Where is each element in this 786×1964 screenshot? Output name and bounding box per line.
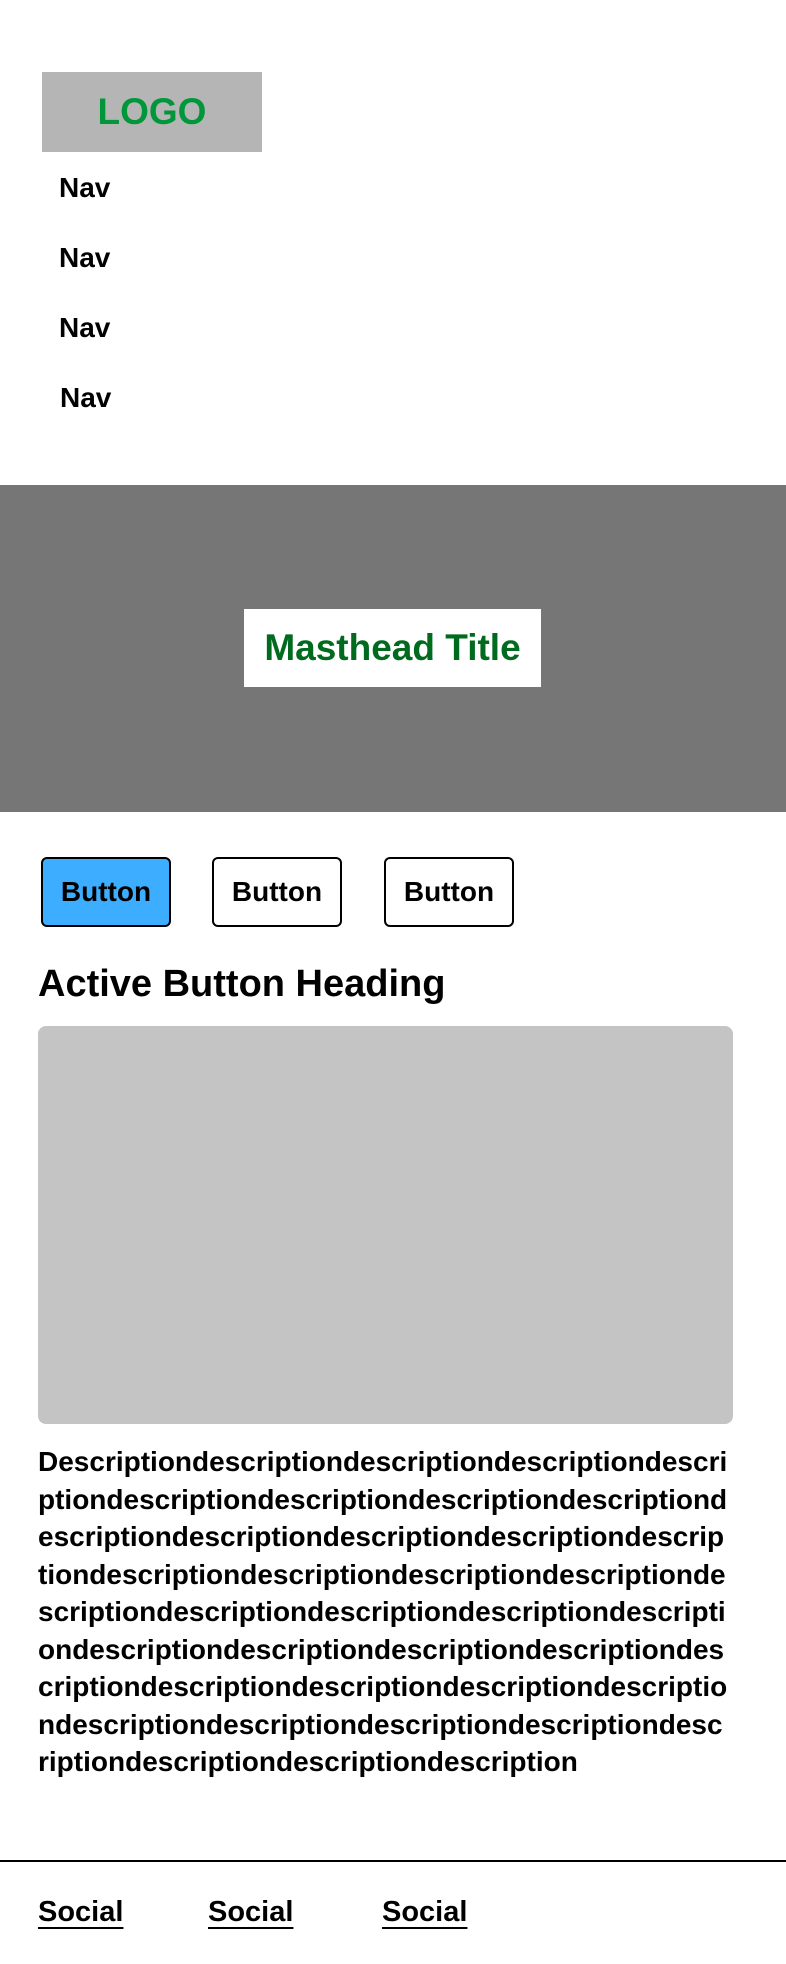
tab-button-2[interactable]: Button (212, 857, 342, 927)
masthead-title: Masthead Title (244, 609, 541, 687)
social-link-1[interactable]: Social (38, 1893, 123, 1931)
social-link-2[interactable]: Social (208, 1893, 293, 1931)
nav-item-4[interactable]: Nav (60, 381, 111, 415)
nav-item-1[interactable]: Nav (59, 171, 110, 205)
nav-item-2[interactable]: Nav (59, 241, 110, 275)
tab-button-3[interactable]: Button (384, 857, 514, 927)
logo-text: LOGO (97, 91, 207, 132)
masthead-title-text: Masthead Title (264, 627, 521, 668)
image-placeholder (38, 1026, 733, 1424)
tab-button-1-active[interactable]: Button (41, 857, 171, 927)
footer-divider (0, 1860, 786, 1862)
content-heading: Active Button Heading (38, 963, 446, 1005)
description: Descriptiondescriptiondescriptiondescrip… (38, 1446, 728, 1777)
logo[interactable]: LOGO (42, 72, 262, 152)
nav-item-3[interactable]: Nav (59, 311, 110, 345)
social-link-3[interactable]: Social (382, 1893, 467, 1931)
